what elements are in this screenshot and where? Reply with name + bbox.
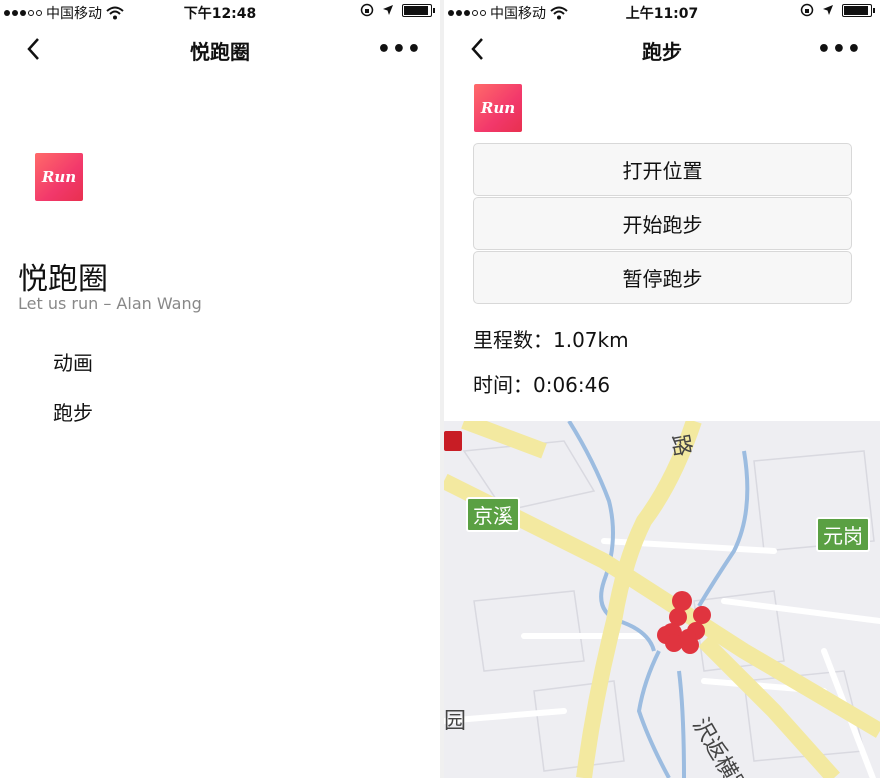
distance-text: 里程数：1.07km [473,328,629,352]
status-bar: 中国移动 上午11:07 [444,0,880,24]
menu-item-animation[interactable]: 动画 [53,347,93,376]
menu-item-running[interactable]: 跑步 [53,397,93,426]
map-view[interactable]: 京溪 元岗 园 路 沢返横路 [444,421,880,778]
app-name: 悦跑圈 [18,262,108,297]
location-arrow-icon [383,5,393,15]
map-label-yuangang: 元岗 [816,517,870,552]
app-logo: Run [474,84,522,132]
map-canvas [444,421,880,778]
battery-icon [402,3,435,17]
screen-home: 中国移动 下午12:48 悦跑圈 ••• Run 悦跑圈 Let us run … [0,0,440,778]
start-run-button[interactable]: 开始跑步 [473,197,852,250]
app-subtitle: Let us run – Alan Wang [18,294,202,313]
location-arrow-icon [823,5,833,15]
logo-text: Run [480,99,516,117]
map-label-yuan: 园 [444,709,467,734]
battery-icon [842,3,875,17]
more-options-icon[interactable]: ••• [377,37,422,62]
status-bar: 中国移动 下午12:48 [0,0,440,24]
rotation-lock-icon [360,3,374,17]
app-logo: Run [35,153,83,201]
map-label-jingxi: 京溪 [466,497,520,532]
pause-run-button[interactable]: 暂停跑步 [473,251,852,304]
duration-text: 时间：0:06:46 [473,373,611,397]
page-title: 悦跑圈 [190,40,250,64]
more-options-icon[interactable]: ••• [817,37,862,62]
open-location-button[interactable]: 打开位置 [473,143,852,196]
nav-bar: 悦跑圈 ••• [0,24,440,74]
screen-running: 中国移动 上午11:07 跑步 ••• Run 打开位置 开始跑步 暂停跑步 里… [444,0,880,778]
logo-text: Run [41,168,77,186]
status-right-icons [800,3,875,17]
status-right-icons [360,3,435,17]
page-title: 跑步 [642,40,682,64]
nav-bar: 跑步 ••• [444,24,880,74]
rotation-lock-icon [800,3,814,17]
